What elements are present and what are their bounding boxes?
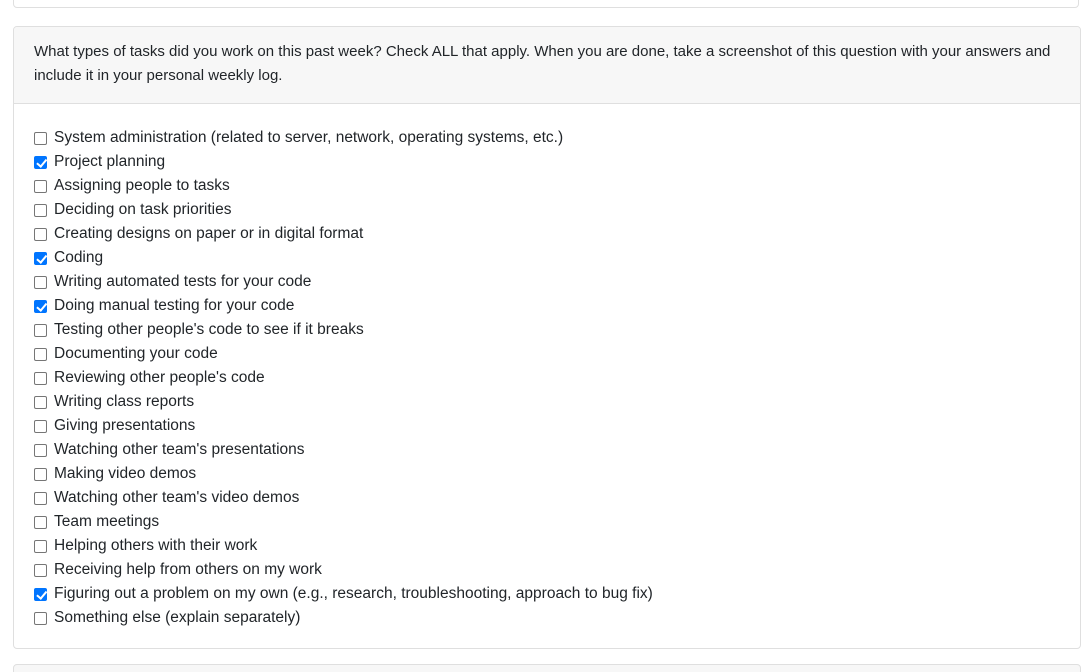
option-item[interactable]: Watching other team's presentations [34, 438, 1060, 462]
option-item[interactable]: Watching other team's video demos [34, 486, 1060, 510]
option-label[interactable]: Testing other people's code to see if it… [54, 321, 364, 339]
survey-page: What types of tasks did you work on this… [0, 0, 1091, 672]
option-item[interactable]: Doing manual testing for your code [34, 294, 1060, 318]
question-card: What types of tasks did you work on this… [13, 26, 1081, 649]
checkbox-unchecked[interactable] [34, 179, 47, 193]
option-label[interactable]: Helping others with their work [54, 537, 257, 555]
option-item[interactable]: Giving presentations [34, 414, 1060, 438]
option-item[interactable]: Testing other people's code to see if it… [34, 318, 1060, 342]
option-label[interactable]: Writing class reports [54, 393, 194, 411]
options-list: System administration (related to server… [14, 104, 1080, 630]
option-item[interactable]: Team meetings [34, 510, 1060, 534]
option-item[interactable]: Assigning people to tasks [34, 174, 1060, 198]
checkbox-unchecked[interactable] [34, 371, 47, 385]
option-label[interactable]: Reviewing other people's code [54, 369, 265, 387]
option-label[interactable]: Documenting your code [54, 345, 218, 363]
option-item[interactable]: Creating designs on paper or in digital … [34, 222, 1060, 246]
checkbox-checked[interactable] [34, 299, 47, 313]
checkbox-unchecked[interactable] [34, 539, 47, 553]
option-item[interactable]: Receiving help from others on my work [34, 558, 1060, 582]
checkbox-unchecked[interactable] [34, 419, 47, 433]
previous-question-card [13, 0, 1079, 8]
checkbox-checked[interactable] [34, 155, 47, 169]
option-item[interactable]: Reviewing other people's code [34, 366, 1060, 390]
option-item[interactable]: Writing class reports [34, 390, 1060, 414]
option-label[interactable]: Giving presentations [54, 417, 195, 435]
option-item[interactable]: Making video demos [34, 462, 1060, 486]
option-label[interactable]: Something else (explain separately) [54, 609, 300, 627]
option-label[interactable]: Writing automated tests for your code [54, 273, 311, 291]
option-item[interactable]: Writing automated tests for your code [34, 270, 1060, 294]
option-item[interactable]: Something else (explain separately) [34, 606, 1060, 630]
checkbox-unchecked[interactable] [34, 227, 47, 241]
checkbox-checked[interactable] [34, 587, 47, 601]
checkbox-unchecked[interactable] [34, 443, 47, 457]
option-item[interactable]: Project planning [34, 150, 1060, 174]
option-label[interactable]: System administration (related to server… [54, 129, 563, 147]
option-label[interactable]: Watching other team's presentations [54, 441, 305, 459]
question-header: What types of tasks did you work on this… [14, 27, 1080, 104]
checkbox-unchecked[interactable] [34, 203, 47, 217]
option-label[interactable]: Team meetings [54, 513, 159, 531]
checkbox-unchecked[interactable] [34, 395, 47, 409]
checkbox-unchecked[interactable] [34, 491, 47, 505]
option-label[interactable]: Creating designs on paper or in digital … [54, 225, 363, 243]
checkbox-unchecked[interactable] [34, 515, 47, 529]
option-item[interactable]: Coding [34, 246, 1060, 270]
checkbox-unchecked[interactable] [34, 323, 47, 337]
question-text: What types of tasks did you work on this… [34, 43, 1051, 84]
option-label[interactable]: Receiving help from others on my work [54, 561, 322, 579]
checkbox-unchecked[interactable] [34, 131, 47, 145]
option-label[interactable]: Coding [54, 249, 103, 267]
option-label[interactable]: Figuring out a problem on my own (e.g., … [54, 585, 653, 603]
option-item[interactable]: Helping others with their work [34, 534, 1060, 558]
option-item[interactable]: Documenting your code [34, 342, 1060, 366]
option-label[interactable]: Making video demos [54, 465, 196, 483]
option-label[interactable]: Watching other team's video demos [54, 489, 299, 507]
option-label[interactable]: Assigning people to tasks [54, 177, 230, 195]
checkbox-unchecked[interactable] [34, 347, 47, 361]
checkbox-unchecked[interactable] [34, 275, 47, 289]
checkbox-checked[interactable] [34, 251, 47, 265]
checkbox-unchecked[interactable] [34, 611, 47, 625]
option-item[interactable]: Figuring out a problem on my own (e.g., … [34, 582, 1060, 606]
option-label[interactable]: Doing manual testing for your code [54, 297, 294, 315]
next-question-card [13, 664, 1081, 672]
checkbox-unchecked[interactable] [34, 467, 47, 481]
option-item[interactable]: System administration (related to server… [34, 126, 1060, 150]
option-label[interactable]: Project planning [54, 153, 165, 171]
checkbox-unchecked[interactable] [34, 563, 47, 577]
option-item[interactable]: Deciding on task priorities [34, 198, 1060, 222]
option-label[interactable]: Deciding on task priorities [54, 201, 231, 219]
